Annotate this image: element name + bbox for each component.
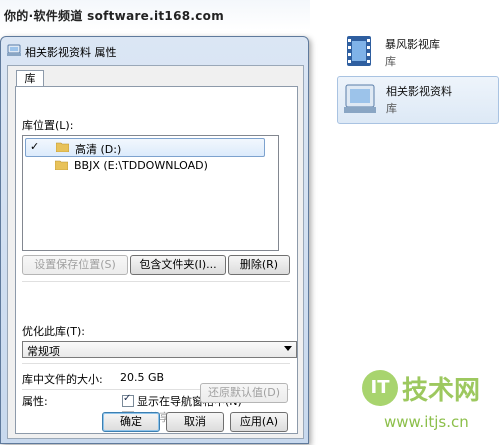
optimize-dropdown[interactable]: 常规项 — [22, 341, 297, 358]
set-save-location-button[interactable]: 设置保存位置(S) — [22, 255, 128, 275]
folder-icon — [56, 142, 69, 152]
list-item[interactable]: ✓ 高清 (D:) — [25, 138, 265, 157]
divider — [22, 363, 290, 364]
site-logo: IT 技术网 www.itjs.cn — [362, 360, 500, 440]
library-type: 库 — [385, 55, 396, 68]
library-type: 库 — [386, 102, 397, 115]
restore-defaults-button[interactable]: 还原默认值(D) — [200, 383, 288, 403]
attributes-label: 属性: — [22, 395, 48, 408]
location-list[interactable]: ✓ 高清 (D:) BBJX (E:\TDDOWNLOAD) — [22, 135, 279, 251]
library-item-documents[interactable]: 相关影视资料 库 — [337, 76, 499, 124]
apply-button[interactable]: 应用(A) — [230, 412, 288, 432]
tab-panel: 库位置(L): ✓ 高清 (D:) BBJX (E:\TDDOWNLOAD) 设… — [15, 86, 298, 434]
optimize-value: 常规项 — [27, 345, 60, 358]
logo-url: www.itjs.cn — [384, 413, 469, 431]
location-name: 高清 (D:) — [75, 143, 122, 156]
folder-icon — [55, 160, 68, 170]
total-size-label: 库中文件的大小: — [22, 373, 103, 386]
video-library-icon — [347, 36, 371, 66]
library-icon — [7, 44, 21, 56]
watermark-text: 你的·软件频道 software.it168.com — [4, 9, 224, 23]
cancel-button[interactable]: 取消 — [166, 412, 224, 432]
list-item[interactable]: BBJX (E:\TDDOWNLOAD) — [25, 157, 263, 174]
remove-button[interactable]: 删除(R) — [228, 255, 290, 275]
check-icon: ✓ — [30, 140, 40, 153]
ok-button[interactable]: 确定 — [102, 412, 160, 432]
logo-badge: IT — [362, 370, 398, 406]
divider — [22, 281, 290, 282]
library-item-video[interactable]: 暴风影视库 库 — [337, 30, 497, 74]
include-folder-button[interactable]: 包含文件夹(I)... — [130, 255, 226, 275]
library-name: 相关影视资料 — [386, 85, 452, 98]
library-name: 暴风影视库 — [385, 38, 440, 51]
logo-text: 技术网 — [402, 376, 481, 406]
location-name: BBJX (E:\TDDOWNLOAD) — [74, 159, 208, 172]
title-bar[interactable]: 相关影视资料 属性 — [1, 37, 308, 63]
show-in-nav-checkbox[interactable] — [122, 393, 134, 407]
locations-label: 库位置(L): — [22, 119, 74, 132]
tab-library[interactable]: 库 — [16, 70, 44, 87]
total-size-value: 20.5 GB — [120, 371, 165, 384]
document-library-icon — [344, 84, 376, 113]
optimize-label: 优化此库(T): — [22, 325, 86, 338]
chevron-down-icon — [284, 346, 292, 351]
dialog-title: 相关影视资料 属性 — [25, 46, 117, 59]
